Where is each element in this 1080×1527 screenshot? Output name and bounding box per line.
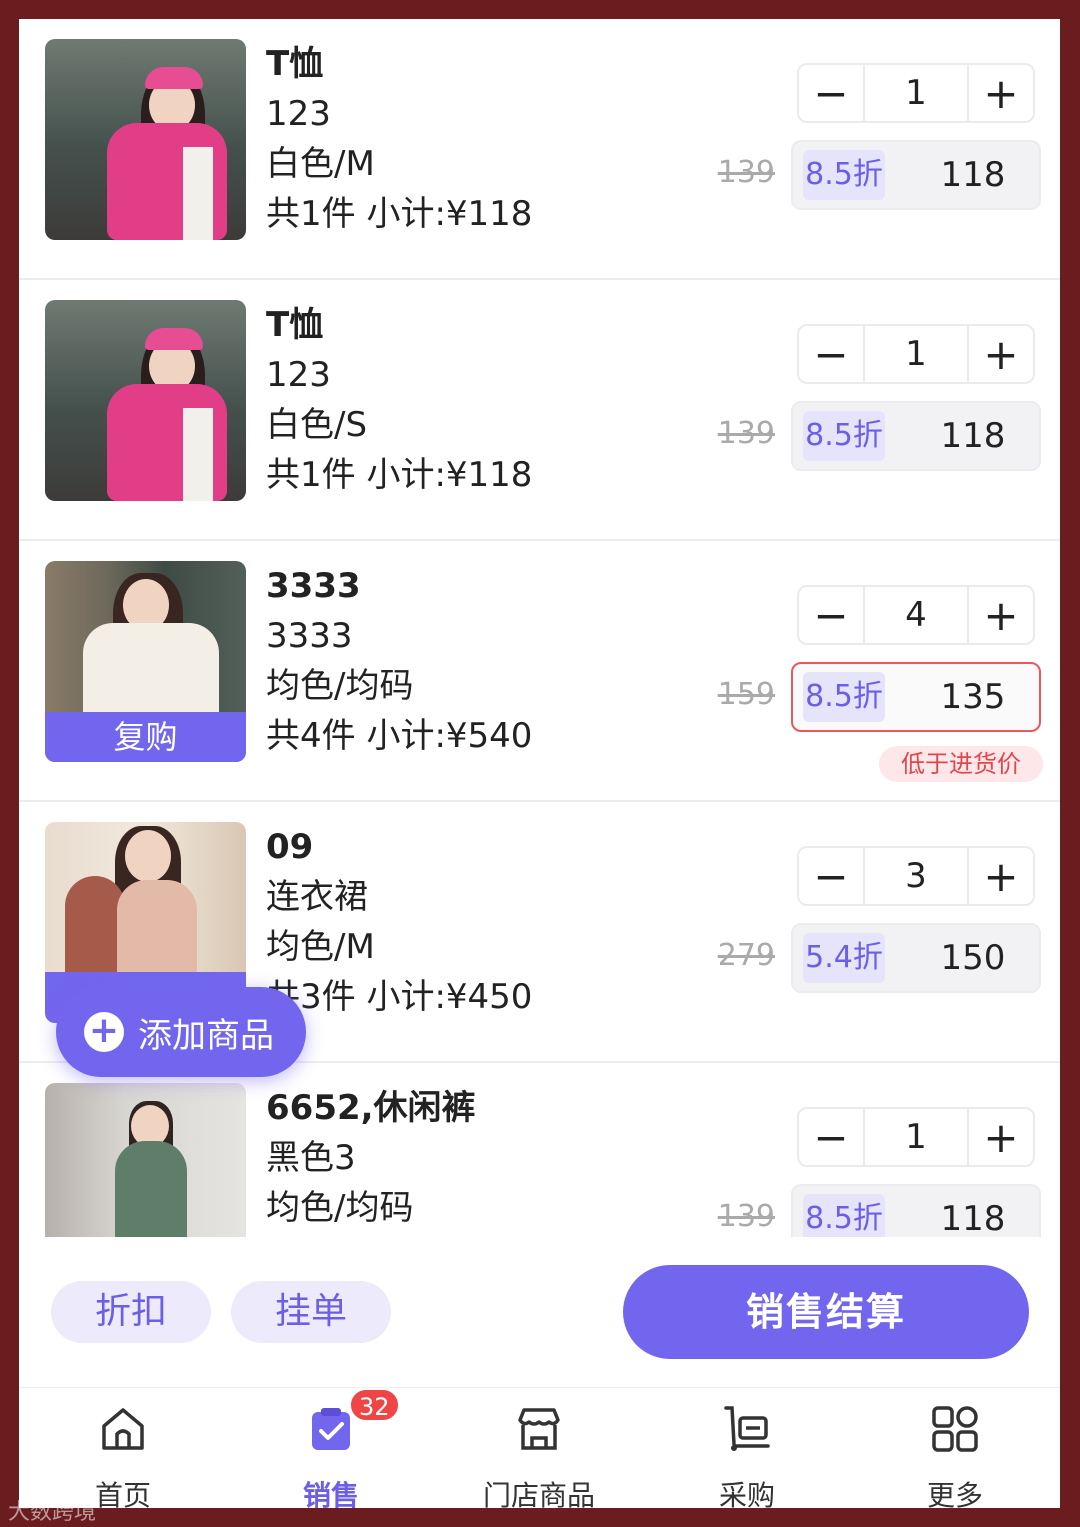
cart-item: 复购 3333 3333 均色/均码 共4件 小计:¥540 − 4 + 159… [19, 541, 1060, 802]
price-field[interactable]: 8.5折 135 [791, 662, 1041, 732]
quantity-value[interactable]: 1 [863, 65, 969, 121]
product-variant: 均色/均码 [266, 666, 414, 706]
discount-tag[interactable]: 8.5折 [803, 150, 885, 200]
below-cost-warning: 低于进货价 [879, 746, 1043, 782]
product-thumbnail[interactable] [45, 39, 246, 240]
decrease-button[interactable]: − [799, 848, 863, 904]
product-summary: 共4件 小计:¥540 [266, 716, 533, 756]
cart-item: T恤 123 白色/S 共1件 小计:¥118 − 1 + 139 8.5折 1… [19, 280, 1060, 541]
decrease-button[interactable]: − [799, 587, 863, 643]
tab-store-products[interactable]: 门店商品 [435, 1388, 643, 1508]
add-product-label: 添加商品 [138, 1015, 274, 1056]
tab-more[interactable]: 更多 [851, 1388, 1059, 1508]
increase-button[interactable]: + [969, 587, 1033, 643]
quantity-value[interactable]: 1 [863, 326, 969, 382]
bottom-tab-bar: 首页 32 销售 门店商品 采购 更多 [19, 1387, 1060, 1508]
product-variant: 白色/S [266, 405, 368, 445]
discount-tag[interactable]: 8.5折 [803, 1194, 885, 1237]
quantity-value[interactable]: 4 [863, 587, 969, 643]
increase-button[interactable]: + [969, 65, 1033, 121]
sale-price[interactable]: 118 [903, 1186, 1043, 1237]
increase-button[interactable]: + [969, 326, 1033, 382]
product-code: 黑色3 [266, 1138, 356, 1178]
original-price: 139 [717, 155, 775, 190]
price-field[interactable]: 8.5折 118 [791, 401, 1041, 471]
purchase-cart-icon [724, 1406, 770, 1451]
product-code: 123 [266, 355, 331, 395]
product-title: 6652,休闲裤 [266, 1088, 476, 1128]
quantity-stepper: − 3 + [797, 846, 1035, 906]
quantity-stepper: − 1 + [797, 1107, 1035, 1167]
quantity-stepper: − 1 + [797, 324, 1035, 384]
quantity-stepper: − 1 + [797, 63, 1035, 123]
original-price: 139 [717, 1199, 775, 1234]
tab-purchase[interactable]: 采购 [643, 1388, 851, 1508]
price-field[interactable]: 8.5折 118 [791, 1184, 1041, 1237]
tab-home[interactable]: 首页 [19, 1388, 227, 1508]
product-code: 3333 [266, 616, 353, 656]
sales-clipboard-icon [312, 1408, 350, 1450]
cart-item: 6652,休闲裤 黑色3 均色/均码 − 1 + 139 8.5折 118 [19, 1063, 1060, 1237]
checkout-button[interactable]: 销售结算 [623, 1265, 1029, 1359]
discount-button[interactable]: 折扣 [51, 1281, 211, 1343]
quantity-value[interactable]: 1 [863, 1109, 969, 1165]
product-code: 123 [266, 94, 331, 134]
decrease-button[interactable]: − [799, 65, 863, 121]
decrease-button[interactable]: − [799, 326, 863, 382]
decrease-button[interactable]: − [799, 1109, 863, 1165]
plus-icon: + [84, 1012, 124, 1052]
store-icon [518, 1408, 560, 1450]
product-summary: 共1件 小计:¥118 [266, 455, 533, 495]
product-thumbnail[interactable] [45, 300, 246, 501]
original-price: 139 [717, 416, 775, 451]
product-summary: 共1件 小计:¥118 [266, 194, 533, 234]
product-variant: 均色/M [266, 927, 375, 967]
sale-price[interactable]: 135 [903, 664, 1043, 730]
add-product-button[interactable]: + 添加商品 [56, 987, 306, 1077]
tab-label: 更多 [926, 1479, 983, 1508]
product-title: 3333 [266, 566, 361, 606]
app-frame: T恤 123 白色/M 共1件 小计:¥118 − 1 + 139 8.5折 1… [19, 19, 1060, 1508]
quantity-value[interactable]: 3 [863, 848, 969, 904]
product-code: 连衣裙 [266, 877, 368, 917]
discount-tag[interactable]: 8.5折 [803, 411, 885, 461]
product-thumbnail[interactable] [45, 1083, 246, 1237]
price-field[interactable]: 8.5折 118 [791, 140, 1041, 210]
discount-tag[interactable]: 8.5折 [803, 672, 885, 722]
product-variant: 白色/M [266, 144, 375, 184]
increase-button[interactable]: + [969, 1109, 1033, 1165]
action-bar: 折扣 挂单 销售结算 [19, 1237, 1060, 1387]
original-price: 159 [717, 677, 775, 712]
product-variant: 均色/均码 [266, 1188, 414, 1228]
tab-label: 门店商品 [482, 1479, 595, 1508]
product-title: T恤 [266, 44, 324, 84]
tab-label: 采购 [718, 1479, 775, 1508]
more-grid-icon [932, 1406, 978, 1452]
sale-price[interactable]: 150 [903, 925, 1043, 991]
tab-sales[interactable]: 32 销售 [227, 1388, 435, 1508]
sale-price[interactable]: 118 [903, 142, 1043, 208]
hold-order-button[interactable]: 挂单 [231, 1281, 391, 1343]
discount-tag[interactable]: 5.4折 [803, 933, 885, 983]
product-thumbnail[interactable]: 复购 [45, 561, 246, 762]
product-title: T恤 [266, 305, 324, 345]
sales-count-badge: 32 [349, 1388, 400, 1422]
home-icon [102, 1408, 144, 1450]
watermark: 大数跨境 [8, 1500, 97, 1525]
price-field[interactable]: 5.4折 150 [791, 923, 1041, 993]
increase-button[interactable]: + [969, 848, 1033, 904]
tab-label: 销售 [302, 1479, 359, 1508]
sale-price[interactable]: 118 [903, 403, 1043, 469]
original-price: 279 [717, 938, 775, 973]
product-title: 09 [266, 827, 314, 867]
quantity-stepper: − 4 + [797, 585, 1035, 645]
product-summary: 共3件 小计:¥450 [266, 977, 533, 1017]
rebuy-label[interactable]: 复购 [45, 712, 246, 762]
cart-item: T恤 123 白色/M 共1件 小计:¥118 − 1 + 139 8.5折 1… [19, 19, 1060, 280]
